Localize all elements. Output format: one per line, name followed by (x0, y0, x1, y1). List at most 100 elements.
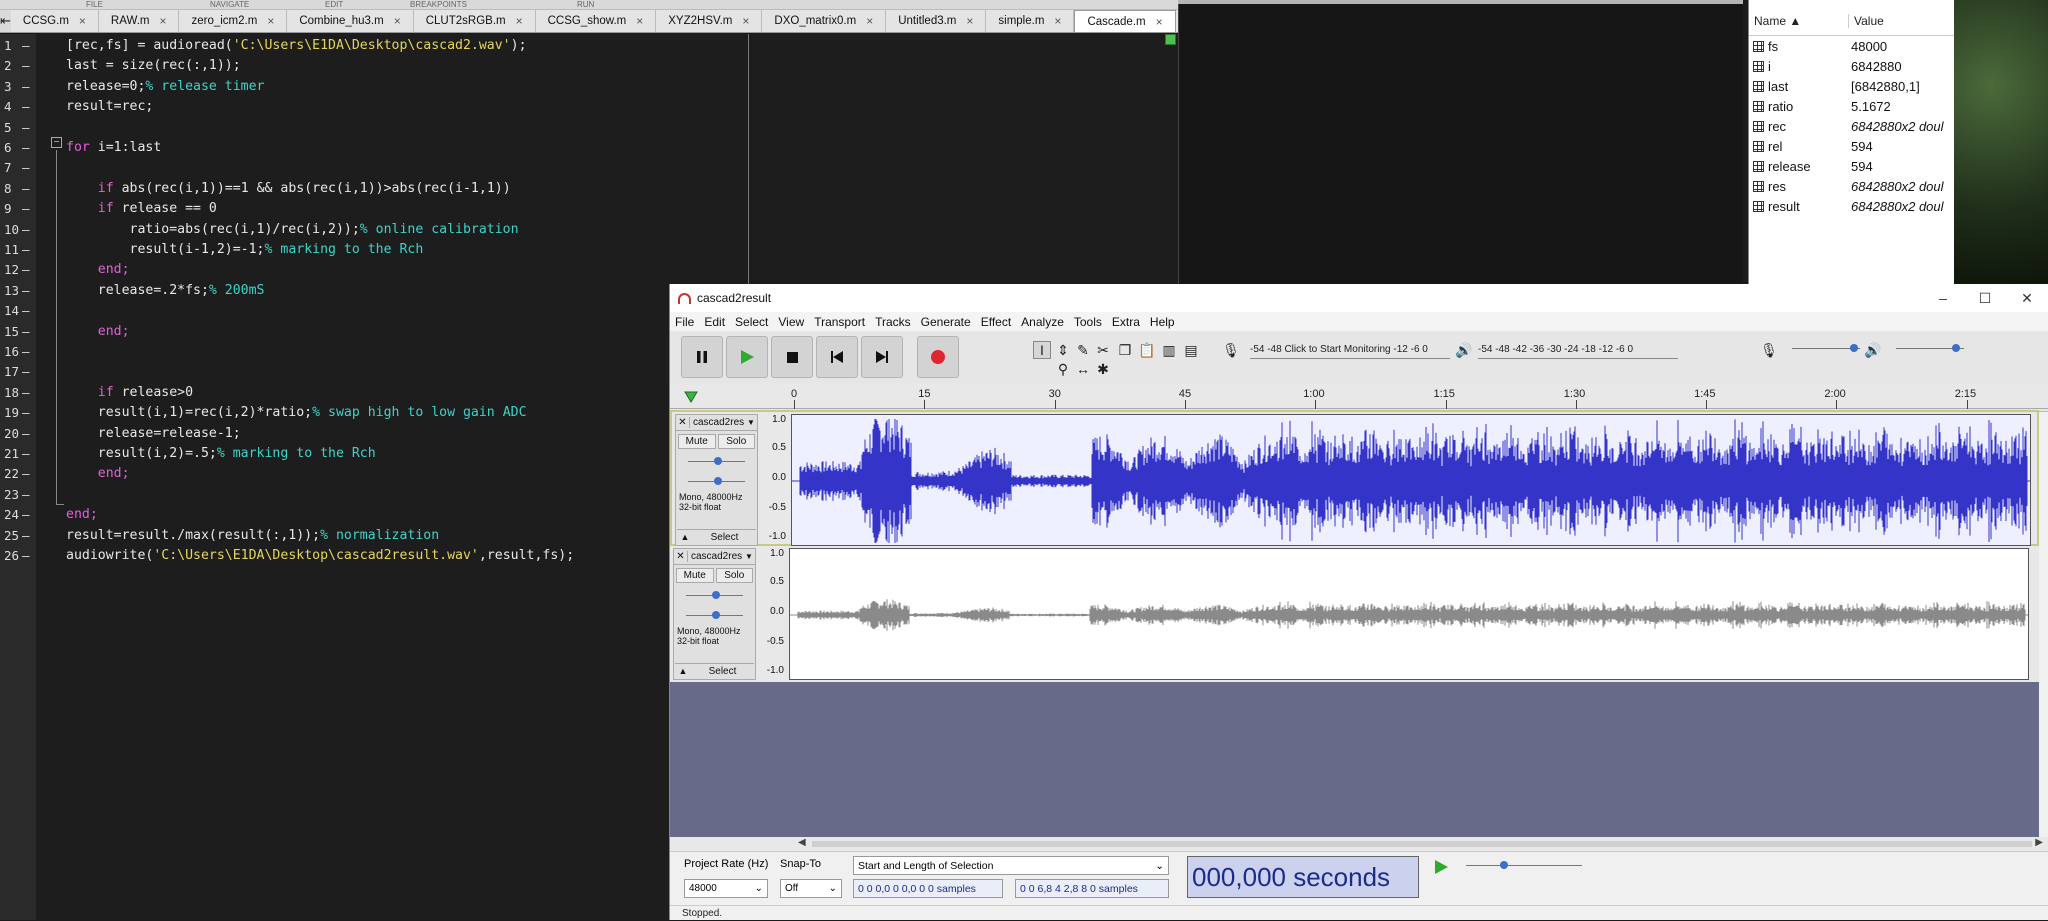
tab-xyz2hsv-m[interactable]: XYZ2HSV.m × (656, 10, 763, 32)
breakpoint-marker[interactable]: – (22, 485, 30, 505)
cut-icon[interactable]: ✂ (1094, 341, 1112, 359)
tab-close-icon[interactable]: × (394, 14, 401, 28)
breakpoint-marker[interactable]: – (22, 424, 30, 444)
command-window-panel[interactable] (1178, 0, 1743, 286)
code-line[interactable]: result(i,2)=.5;% marking to the Rch (66, 444, 376, 464)
track-name-menu[interactable]: cascad2res (688, 551, 745, 562)
tab-close-icon[interactable]: × (79, 14, 86, 28)
breakpoint-marker[interactable]: – (22, 97, 30, 117)
breakpoint-marker[interactable]: – (22, 362, 30, 382)
trim-icon[interactable]: ▥ (1160, 341, 1178, 359)
breakpoint-marker[interactable]: – (22, 118, 30, 138)
vertical-scale[interactable]: 1.0 0.5 0.0 -0.5 -1.0 (760, 414, 790, 546)
breakpoint-marker[interactable]: – (22, 138, 30, 158)
tab-ccsg-m[interactable]: CCSG.m × (10, 10, 99, 32)
code-line[interactable]: for i=1:last (66, 138, 161, 158)
scroll-right-icon[interactable]: ▶ (2035, 837, 2043, 848)
collapse-icon[interactable]: ▲ (677, 532, 693, 542)
menu-select[interactable]: Select (730, 315, 773, 329)
menu-analyze[interactable]: Analyze (1016, 315, 1069, 329)
code-line[interactable]: audiowrite('C:\Users\E1DA\Desktop\cascad… (66, 546, 574, 566)
breakpoint-marker[interactable]: – (22, 77, 30, 97)
code-line[interactable]: release=release-1; (66, 424, 241, 444)
breakpoint-marker[interactable]: – (22, 260, 30, 280)
pause-button[interactable] (681, 336, 723, 378)
menu-edit[interactable]: Edit (699, 315, 730, 329)
tab-close-icon[interactable]: × (966, 14, 973, 28)
menu-tools[interactable]: Tools (1069, 315, 1107, 329)
pan-slider[interactable] (680, 606, 749, 626)
playback-volume-slider[interactable] (1890, 339, 1970, 359)
record-button[interactable] (917, 336, 959, 378)
zoom-tool-icon[interactable]: ⚲ (1054, 360, 1072, 378)
code-line[interactable]: release=0;% release timer (66, 77, 265, 97)
breakpoint-marker[interactable]: – (22, 301, 30, 321)
tab-dxo-matrix0-m[interactable]: DXO_matrix0.m × (762, 10, 887, 32)
select-button[interactable]: Select (691, 666, 754, 677)
project-rate-select[interactable]: 48000 ⌄ (684, 879, 768, 898)
tab-ccsg-show-m[interactable]: CCSG_show.m × (535, 10, 657, 32)
code-line[interactable]: end; (66, 322, 130, 342)
breakpoint-marker[interactable]: – (22, 546, 30, 566)
tab-close-icon[interactable]: × (1054, 14, 1061, 28)
play-button[interactable] (726, 336, 768, 378)
track-menu-arrow-icon[interactable]: ▼ (745, 552, 755, 561)
code-line[interactable]: end; (66, 464, 130, 484)
copy-icon[interactable]: ❐ (1116, 341, 1134, 359)
menu-transport[interactable]: Transport (809, 315, 870, 329)
workspace-variable-row[interactable]: rec 6842880x2 doul (1749, 116, 1954, 136)
code-line[interactable]: end; (66, 505, 98, 525)
code-line[interactable]: result=result./max(result(:,1));% normal… (66, 526, 439, 546)
record-meter[interactable]: -54 -48 Click to Start Monitoring -12 -6… (1250, 341, 1450, 359)
menu-generate[interactable]: Generate (916, 315, 976, 329)
envelope-tool-icon[interactable]: ⇕ (1054, 341, 1072, 359)
track-name-menu[interactable]: cascad2res (690, 417, 747, 428)
workspace-variable-row[interactable]: rel 594 (1749, 136, 1954, 156)
breakpoint-marker[interactable]: – (22, 199, 30, 219)
breakpoint-marker[interactable]: – (22, 464, 30, 484)
breakpoint-marker[interactable]: – (22, 505, 30, 525)
tab-close-icon[interactable]: × (742, 14, 749, 28)
breakpoint-marker[interactable]: – (22, 179, 30, 199)
track-close-icon[interactable]: ✕ (674, 551, 688, 562)
pan-slider[interactable] (682, 472, 751, 492)
skip-to-start-button[interactable] (816, 336, 858, 378)
waveform[interactable] (789, 548, 2029, 680)
breakpoint-marker[interactable]: – (22, 342, 30, 362)
breakpoint-marker[interactable]: – (22, 383, 30, 403)
timeshift-tool-icon[interactable]: ↔ (1074, 360, 1092, 378)
code-line[interactable]: if abs(rec(i,1))==1 && abs(rec(i,1))>abs… (66, 179, 511, 199)
tab-untitled3-m[interactable]: Untitled3.m × (886, 10, 987, 32)
breakpoint-marker[interactable]: – (22, 403, 30, 423)
breakpoint-marker[interactable]: – (22, 281, 30, 301)
code-line[interactable]: [rec,fs] = audioread('C:\Users\E1DA\Desk… (66, 36, 527, 56)
tab-close-icon[interactable]: × (159, 14, 166, 28)
selection-start-field[interactable]: 0 0 0,0 0 0,0 0 0 samples (853, 879, 1003, 898)
code-analyzer-status-icon[interactable] (1165, 34, 1176, 45)
tab-close-icon[interactable]: × (516, 14, 523, 28)
workspace-variable-row[interactable]: result 6842880x2 doul (1749, 196, 1954, 216)
workspace-variable-row[interactable]: i 6842880 (1749, 56, 1954, 76)
stop-button[interactable] (771, 336, 813, 378)
tab-list-arrow-icon[interactable]: ⇤ (0, 10, 11, 32)
menu-effect[interactable]: Effect (976, 315, 1016, 329)
playback-meter[interactable]: -54 -48 -42 -36 -30 -24 -18 -12 -6 0 (1478, 341, 1678, 359)
close-icon[interactable]: ✕ (2006, 290, 2048, 307)
tab-close-icon[interactable]: × (267, 14, 274, 28)
gain-slider[interactable] (680, 586, 749, 606)
selection-tool-icon[interactable]: I (1033, 341, 1051, 359)
code-line[interactable]: if release>0 (66, 383, 193, 403)
snap-to-select[interactable]: Off ⌄ (780, 879, 842, 898)
mute-button[interactable]: Mute (678, 434, 716, 449)
tab-clut2srgb-m[interactable]: CLUT2sRGB.m × (413, 10, 536, 32)
speaker-icon[interactable]: 🔊 (1455, 341, 1473, 359)
code-line[interactable]: end; (66, 260, 130, 280)
tab-simple-m[interactable]: simple.m × (986, 10, 1075, 32)
fold-toggle-icon[interactable]: − (51, 137, 62, 148)
code-line[interactable]: last = size(rec(:,1)); (66, 56, 241, 76)
tab-zero-icm2-m[interactable]: zero_icm2.m × (179, 10, 288, 32)
solo-button[interactable]: Solo (717, 434, 755, 449)
audio-track-2[interactable]: ✕ cascad2res ▼ Mute Solo Mono, 48000Hz 32-b… (670, 546, 2039, 682)
code-line[interactable]: ratio=abs(rec(i,1)/rec(i,2));% online ca… (66, 220, 519, 240)
solo-button[interactable]: Solo (715, 568, 753, 583)
